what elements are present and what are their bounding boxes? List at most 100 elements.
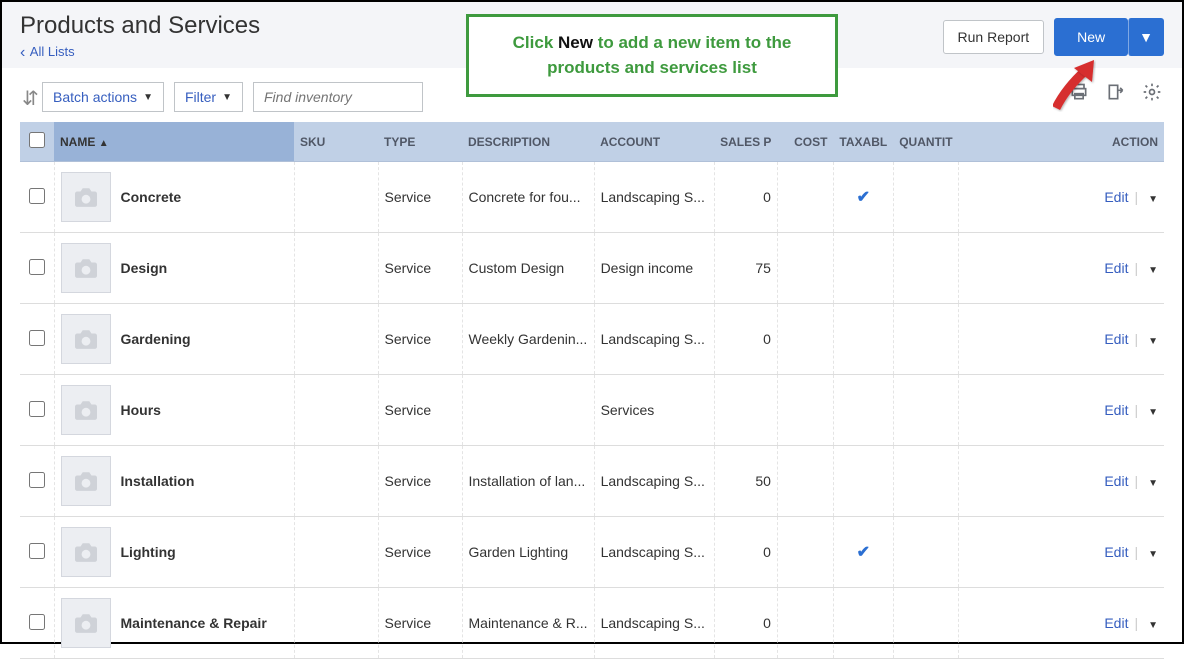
batch-actions-dropdown[interactable]: Batch actions▼ <box>42 82 164 112</box>
cell-cost <box>777 233 833 304</box>
check-icon: ✔ <box>857 189 870 206</box>
row-checkbox[interactable] <box>29 472 45 488</box>
table-row: HoursServiceServicesEdit|▼ <box>20 375 1164 446</box>
cell-description: Weekly Gardenin... <box>462 304 594 375</box>
row-action-separator: | <box>1134 331 1138 347</box>
row-action-dropdown[interactable]: ▼ <box>1148 265 1158 276</box>
col-header-account[interactable]: ACCOUNT <box>594 122 714 162</box>
collapse-sort-icon[interactable]: ⇵ <box>22 86 39 111</box>
row-action-separator: | <box>1134 260 1138 276</box>
row-action-dropdown[interactable]: ▼ <box>1148 407 1158 418</box>
cell-description: Maintenance & R... <box>462 588 594 659</box>
gear-icon[interactable] <box>1142 82 1162 108</box>
edit-link[interactable]: Edit <box>1104 260 1128 276</box>
row-action-dropdown[interactable]: ▼ <box>1148 336 1158 347</box>
cell-sales-price: 0 <box>714 304 777 375</box>
edit-link[interactable]: Edit <box>1104 473 1128 489</box>
edit-link[interactable]: Edit <box>1104 189 1128 205</box>
cell-type: Service <box>378 446 462 517</box>
col-header-type[interactable]: TYPE <box>378 122 462 162</box>
cell-sku <box>294 304 378 375</box>
item-image-icon <box>61 598 111 648</box>
edit-link[interactable]: Edit <box>1104 402 1128 418</box>
col-header-action: ACTION <box>959 122 1164 162</box>
cell-sales-price: 0 <box>714 162 777 233</box>
cell-account: Landscaping S... <box>594 588 714 659</box>
cell-cost <box>777 375 833 446</box>
products-table: NAME ▲ SKU TYPE DESCRIPTION ACCOUNT SALE… <box>20 122 1164 659</box>
check-icon: ✔ <box>857 544 870 561</box>
cell-quantity <box>893 162 958 233</box>
item-image-icon <box>61 314 111 364</box>
cell-type: Service <box>378 304 462 375</box>
new-button[interactable]: New <box>1054 18 1128 56</box>
col-header-quantity[interactable]: QUANTIT <box>893 122 958 162</box>
cell-cost <box>777 304 833 375</box>
cell-cost <box>777 446 833 517</box>
cell-account: Design income <box>594 233 714 304</box>
row-checkbox[interactable] <box>29 330 45 346</box>
cell-sku <box>294 375 378 446</box>
instruction-callout: Click New to add a new item to the produ… <box>466 14 838 97</box>
col-header-name[interactable]: NAME ▲ <box>54 122 294 162</box>
edit-link[interactable]: Edit <box>1104 615 1128 631</box>
cell-account: Landscaping S... <box>594 517 714 588</box>
item-name: Installation <box>121 473 195 489</box>
cell-sku <box>294 162 378 233</box>
col-header-cost[interactable]: COST <box>777 122 833 162</box>
cell-taxable <box>833 446 893 517</box>
cell-type: Service <box>378 517 462 588</box>
item-image-icon <box>61 243 111 293</box>
select-all-checkbox[interactable] <box>29 132 45 148</box>
cell-account: Landscaping S... <box>594 446 714 517</box>
row-action-dropdown[interactable]: ▼ <box>1148 478 1158 489</box>
col-header-taxable[interactable]: TAXABL <box>833 122 893 162</box>
cell-quantity <box>893 588 958 659</box>
row-action-dropdown[interactable]: ▼ <box>1148 549 1158 560</box>
cell-quantity <box>893 375 958 446</box>
col-header-sales-price[interactable]: SALES P <box>714 122 777 162</box>
row-action-separator: | <box>1134 402 1138 418</box>
print-icon[interactable] <box>1068 82 1090 108</box>
export-icon[interactable] <box>1106 82 1126 108</box>
cell-description: Custom Design <box>462 233 594 304</box>
cell-taxable <box>833 588 893 659</box>
cell-quantity <box>893 446 958 517</box>
col-header-description[interactable]: DESCRIPTION <box>462 122 594 162</box>
row-checkbox[interactable] <box>29 259 45 275</box>
search-input[interactable] <box>253 82 423 112</box>
row-action-separator: | <box>1134 473 1138 489</box>
cell-description: Garden Lighting <box>462 517 594 588</box>
row-checkbox[interactable] <box>29 401 45 417</box>
filter-dropdown[interactable]: Filter▼ <box>174 82 243 112</box>
back-link-all-lists[interactable]: All Lists <box>20 44 260 62</box>
row-action-separator: | <box>1134 615 1138 631</box>
edit-link[interactable]: Edit <box>1104 331 1128 347</box>
cell-taxable <box>833 233 893 304</box>
run-report-button[interactable]: Run Report <box>943 20 1045 54</box>
cell-type: Service <box>378 162 462 233</box>
cell-taxable <box>833 304 893 375</box>
cell-sales-price: 0 <box>714 517 777 588</box>
cell-account: Landscaping S... <box>594 162 714 233</box>
cell-sales-price: 0 <box>714 588 777 659</box>
table-row: InstallationServiceInstallation of lan..… <box>20 446 1164 517</box>
row-action-dropdown[interactable]: ▼ <box>1148 620 1158 631</box>
cell-sku <box>294 446 378 517</box>
cell-quantity <box>893 304 958 375</box>
cell-sku <box>294 233 378 304</box>
new-button-dropdown[interactable]: ▼ <box>1128 18 1164 56</box>
cell-description: Concrete for fou... <box>462 162 594 233</box>
cell-taxable: ✔ <box>833 517 893 588</box>
row-checkbox[interactable] <box>29 614 45 630</box>
col-header-sku[interactable]: SKU <box>294 122 378 162</box>
cell-cost <box>777 588 833 659</box>
row-action-dropdown[interactable]: ▼ <box>1148 194 1158 205</box>
row-checkbox[interactable] <box>29 543 45 559</box>
item-name: Maintenance & Repair <box>121 615 267 631</box>
item-image-icon <box>61 456 111 506</box>
row-checkbox[interactable] <box>29 188 45 204</box>
item-name: Lighting <box>121 544 176 560</box>
item-image-icon <box>61 172 111 222</box>
edit-link[interactable]: Edit <box>1104 544 1128 560</box>
